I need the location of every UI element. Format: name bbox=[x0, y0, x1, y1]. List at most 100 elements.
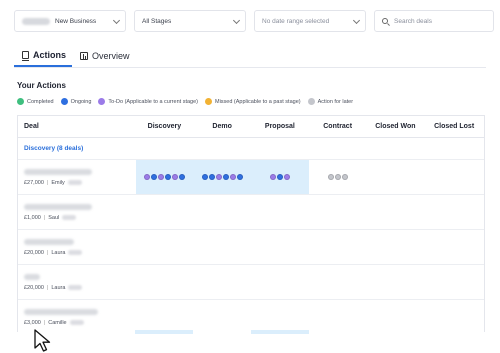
later-action-icon[interactable] bbox=[341, 174, 348, 180]
filter-bar: New Business All Stages No date range se… bbox=[14, 10, 494, 32]
owner-surname-redacted bbox=[69, 320, 84, 325]
discovery-cell[interactable] bbox=[135, 160, 194, 194]
pipeline-select[interactable]: New Business bbox=[14, 10, 126, 32]
owner-surname-redacted bbox=[68, 250, 83, 255]
search-placeholder: Search deals bbox=[394, 17, 432, 25]
column-header-closed-won[interactable]: Closed Won bbox=[367, 123, 425, 130]
status-dot-icon bbox=[98, 98, 106, 105]
date-range-select[interactable]: No date range selected bbox=[254, 10, 366, 32]
tab-actions-label: Actions bbox=[33, 50, 67, 60]
later-action-icon[interactable] bbox=[334, 174, 341, 180]
status-dot-icon bbox=[17, 98, 24, 105]
column-header-proposal[interactable]: Proposal bbox=[251, 123, 309, 130]
ongoing-action-icon[interactable] bbox=[222, 174, 229, 180]
legend-missed: Missed (Applicable to a past stage) bbox=[204, 98, 301, 105]
closed-won-cell[interactable] bbox=[367, 160, 425, 194]
legend-label: Ongoing bbox=[70, 98, 92, 105]
todo-action-icon[interactable] bbox=[269, 174, 276, 180]
deal-meta: £20,000 | Laura bbox=[24, 250, 136, 256]
stages-select[interactable]: All Stages bbox=[134, 10, 246, 32]
owner-surname-redacted bbox=[68, 285, 83, 290]
redacted-text bbox=[22, 17, 50, 25]
legend-completed: Completed bbox=[17, 98, 54, 105]
column-header-discovery[interactable]: Discovery bbox=[136, 123, 194, 130]
separator: | bbox=[43, 319, 46, 326]
status-dot-icon bbox=[204, 98, 212, 105]
owner-surname-redacted bbox=[62, 215, 77, 220]
table-header: Deal Discovery Demo Proposal Contract Cl… bbox=[18, 116, 484, 138]
highlight-strip bbox=[251, 330, 309, 334]
search-icon bbox=[382, 18, 388, 24]
status-dot-icon bbox=[307, 98, 315, 105]
todo-action-icon[interactable] bbox=[215, 174, 222, 180]
legend-label: To-Do (Applicable to a current stage) bbox=[108, 98, 198, 105]
legend-label: Missed (Applicable to a past stage) bbox=[214, 98, 301, 105]
column-header-deal[interactable]: Deal bbox=[18, 123, 136, 130]
deal-owner: Emily bbox=[51, 179, 65, 186]
deal-amount: £27,000 bbox=[24, 179, 44, 186]
deal-owner: Laura bbox=[51, 284, 66, 291]
ongoing-action-icon[interactable] bbox=[201, 174, 208, 180]
legend-label: Action for later bbox=[317, 98, 354, 105]
proposal-cell[interactable] bbox=[251, 160, 309, 194]
actions-table: Deal Discovery Demo Proposal Contract Cl… bbox=[17, 115, 485, 332]
column-header-demo[interactable]: Demo bbox=[193, 123, 251, 130]
demo-cell[interactable] bbox=[193, 160, 252, 194]
todo-action-icon[interactable] bbox=[143, 174, 150, 180]
table-row[interactable]: £20,000 | Laura bbox=[18, 265, 484, 300]
ongoing-action-icon[interactable] bbox=[150, 174, 157, 180]
later-action-icon[interactable] bbox=[327, 174, 334, 180]
deal-amount: £20,000 bbox=[24, 284, 44, 291]
deal-cell[interactable]: £1,000 | Saul bbox=[18, 195, 136, 229]
deal-owner: Saul bbox=[48, 214, 60, 221]
contract-cell[interactable] bbox=[309, 160, 367, 194]
table-row[interactable]: £20,000 | Laura bbox=[18, 230, 484, 265]
closed-lost-cell[interactable] bbox=[424, 160, 484, 194]
chevron-down-icon bbox=[232, 16, 241, 25]
todo-action-icon[interactable] bbox=[171, 174, 178, 180]
todo-action-icon[interactable] bbox=[229, 174, 236, 180]
section-title: Your Actions bbox=[17, 81, 66, 90]
table-row[interactable]: £3,000 | Camille bbox=[18, 300, 484, 332]
ongoing-action-icon[interactable] bbox=[178, 174, 185, 180]
deal-name-redacted bbox=[24, 168, 92, 175]
deal-meta: £27,000 | Emily bbox=[24, 180, 136, 186]
owner-surname-redacted bbox=[67, 180, 82, 185]
legend-later: Action for later bbox=[307, 98, 354, 105]
deal-name-redacted bbox=[24, 238, 74, 245]
deal-amount: £1,000 bbox=[24, 214, 41, 221]
deal-cell[interactable]: £20,000 | Laura bbox=[18, 265, 136, 299]
ongoing-action-icon[interactable] bbox=[208, 174, 215, 180]
date-range-value: No date range selected bbox=[262, 17, 330, 25]
search-input[interactable]: Search deals bbox=[374, 10, 494, 32]
legend-label: Completed bbox=[27, 98, 54, 105]
ongoing-action-icon[interactable] bbox=[276, 174, 283, 180]
deal-amount: £20,000 bbox=[24, 249, 44, 256]
todo-action-icon[interactable] bbox=[283, 174, 290, 180]
deal-owner: Camille bbox=[48, 319, 67, 326]
deal-cell[interactable]: £3,000 | Camille bbox=[18, 300, 136, 332]
stages-select-value: All Stages bbox=[142, 17, 172, 25]
table-row[interactable]: £27,000 | Emily bbox=[18, 160, 484, 195]
chevron-down-icon bbox=[112, 16, 121, 25]
deal-meta: £3,000 | Camille bbox=[24, 320, 136, 326]
todo-action-icon[interactable] bbox=[157, 174, 164, 180]
table-row[interactable]: £1,000 | Saul bbox=[18, 195, 484, 230]
deal-cell[interactable]: £27,000 | Emily bbox=[18, 160, 136, 194]
separator: | bbox=[46, 179, 49, 186]
tab-actions[interactable]: Actions bbox=[14, 45, 73, 67]
ongoing-action-icon[interactable] bbox=[236, 174, 243, 180]
separator: | bbox=[46, 249, 49, 256]
deal-owner: Laura bbox=[51, 249, 66, 256]
column-header-contract[interactable]: Contract bbox=[309, 123, 367, 130]
column-header-closed-lost[interactable]: Closed Lost bbox=[424, 123, 484, 130]
legend-ongoing: Ongoing bbox=[60, 98, 92, 105]
legend-todo: To-Do (Applicable to a current stage) bbox=[98, 98, 198, 105]
chevron-down-icon bbox=[352, 16, 361, 25]
deal-meta: £1,000 | Saul bbox=[24, 215, 136, 221]
group-header-discovery[interactable]: Discovery (8 deals) bbox=[18, 138, 484, 160]
deal-cell[interactable]: £20,000 | Laura bbox=[18, 230, 136, 264]
tab-overview[interactable]: Overview bbox=[72, 45, 136, 67]
ongoing-action-icon[interactable] bbox=[164, 174, 171, 180]
deal-name-redacted bbox=[24, 273, 40, 280]
